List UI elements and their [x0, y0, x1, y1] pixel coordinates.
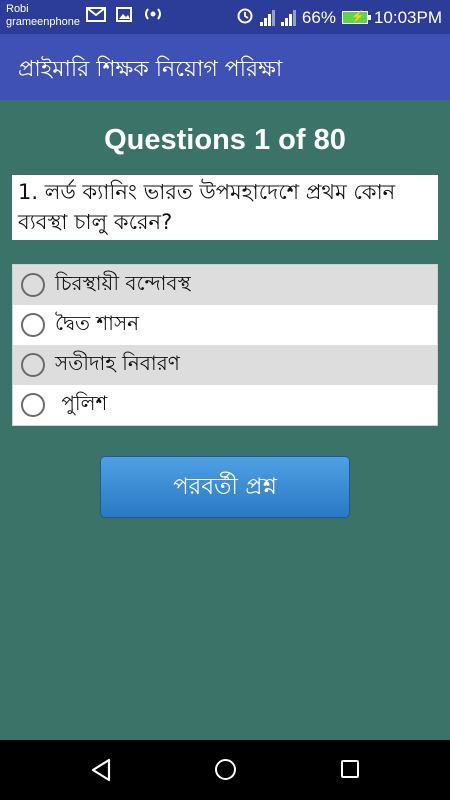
radio-button-icon[interactable] — [21, 273, 45, 297]
back-icon[interactable] — [90, 758, 112, 786]
option-1[interactable]: চিরস্থায়ী বন্দোবস্থ — [13, 265, 437, 305]
status-bar: Robi grameenphone 66% ⚡ 10:03PM — [0, 0, 450, 34]
option-label: দ্বৈত শাসন — [55, 310, 140, 335]
app-bar: প্রাইমারি শিক্ষক নিয়োগ পরিক্ষা — [0, 34, 450, 100]
answer-options: চিরস্থায়ী বন্দোবস্থ দ্বৈত শাসন সতীদাহ ন… — [12, 264, 438, 426]
image-icon — [116, 6, 132, 26]
radio-button-icon[interactable] — [21, 313, 45, 337]
carrier-name: Robi grameenphone — [6, 3, 80, 29]
alarm-icon — [236, 6, 254, 29]
radio-button-icon[interactable] — [21, 393, 45, 417]
next-question-button[interactable]: পরবর্তী প্রশ্ন — [100, 456, 350, 518]
battery-icon: ⚡ — [341, 11, 371, 24]
option-label: পুলিশ — [55, 390, 108, 415]
clock: 10:03PM — [373, 7, 442, 27]
app-title: প্রাইমারি শিক্ষক নিয়োগ পরিক্ষা — [18, 57, 283, 82]
status-right: 66% ⚡ 10:03PM — [236, 6, 442, 29]
mail-icon — [86, 6, 106, 26]
signal-icon — [259, 9, 275, 26]
option-2[interactable]: দ্বৈত শাসন — [13, 305, 437, 345]
home-icon[interactable] — [215, 759, 236, 780]
carrier-line-2: grameenphone — [6, 16, 81, 28]
option-label: চিরস্থায়ী বন্দোবস্থ — [55, 270, 191, 295]
radio-button-icon[interactable] — [21, 353, 45, 377]
notification-icons — [86, 6, 164, 26]
navigation-bar — [0, 740, 450, 800]
option-label: সতীদাহ নিবারণ — [55, 350, 180, 375]
hotspot-icon — [142, 6, 164, 26]
question-text: 1. লর্ড ক্যানিং ভারত উপমহাদেশে প্রথম কোন… — [12, 175, 438, 240]
signal-icon — [280, 9, 296, 26]
carrier-line-1: Robi — [6, 3, 29, 15]
option-4[interactable]: পুলিশ — [13, 385, 437, 425]
question-counter: Questions 1 of 80 — [104, 124, 346, 156]
battery-percent: 66% — [301, 7, 336, 27]
recent-apps-icon[interactable] — [341, 760, 359, 778]
option-3[interactable]: সতীদাহ নিবারণ — [13, 345, 437, 385]
